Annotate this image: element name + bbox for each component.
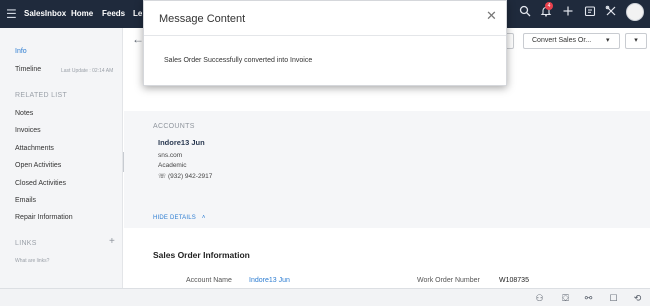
work-order-label: Work Order Number (417, 277, 480, 284)
message-modal: Message Content ✕ Sales Order Successful… (143, 0, 507, 86)
sidebar-item-info[interactable]: Info (15, 48, 27, 55)
timeline-last-update: Last Update : 02:14 AM (61, 68, 114, 74)
history-icon[interactable]: ⟲ (631, 292, 644, 304)
phone-icon: ☏ (158, 173, 167, 180)
nav-home[interactable]: Home (71, 9, 93, 18)
brand-link[interactable]: SalesInbox (24, 9, 66, 18)
more-options-button[interactable]: ▾ (625, 33, 647, 49)
section-title: Sales Order Information (153, 250, 250, 260)
calendar-icon[interactable] (582, 5, 598, 21)
account-industry: Academic (158, 162, 187, 169)
group-icon[interactable]: ⚯ (582, 292, 595, 304)
sidebar: Info Timeline Last Update : 02:14 AM REL… (0, 28, 123, 288)
bottom-toolbar: ⚇ ⛋ ⚯ ☐ ⟲ (0, 288, 650, 306)
hide-details-toggle[interactable]: HIDE DETAILS ˄ (153, 215, 206, 221)
modal-title: Message Content (159, 13, 246, 25)
menu-icon[interactable]: ☰ (6, 7, 17, 21)
sidebar-item-notes[interactable]: Notes (15, 110, 33, 117)
sidebar-item-attachments[interactable]: Attachments (15, 145, 54, 152)
avatar[interactable] (626, 3, 644, 21)
accounts-heading: ACCOUNTS (153, 123, 195, 130)
modal-header: Message Content ✕ (144, 1, 506, 36)
cart-icon[interactable]: ⛋ (559, 292, 572, 304)
plus-icon[interactable] (560, 5, 576, 21)
nav-feeds[interactable]: Feeds (102, 9, 125, 18)
convert-label: Convert Sales Or... (532, 37, 592, 44)
related-list-heading: RELATED LIST (15, 92, 68, 99)
chevron-down-icon: ▾ (606, 37, 610, 44)
account-phone-row: ☏ (932) 942-2917 (158, 172, 212, 180)
sidebar-item-timeline[interactable]: Timeline (15, 66, 41, 73)
sidebar-item-open-activities[interactable]: Open Activities (15, 162, 61, 169)
close-icon[interactable]: ✕ (486, 8, 497, 24)
gamepad-icon[interactable]: ⚇ (533, 292, 546, 304)
sidebar-item-invoices[interactable]: Invoices (15, 127, 41, 134)
add-link-icon[interactable]: + (109, 236, 115, 247)
chevron-down-icon: ▾ (634, 37, 638, 44)
chevron-up-icon: ˄ (201, 215, 206, 221)
account-website: sns.com (158, 152, 183, 159)
nav-leads[interactable]: Le (133, 9, 142, 18)
chat-icon[interactable]: ☐ (607, 292, 620, 304)
search-icon[interactable] (517, 5, 533, 21)
account-phone[interactable]: (932) 942-2917 (168, 173, 212, 180)
work-order-value: W108735 (499, 277, 529, 284)
convert-sales-order-button[interactable]: Convert Sales Or... ▾ (523, 33, 620, 49)
tools-icon[interactable] (603, 5, 619, 21)
accounts-panel: ACCOUNTS Indore13 Jun sns.com Academic ☏… (124, 111, 650, 228)
notification-badge: 4 (545, 2, 553, 10)
hide-details-label: HIDE DETAILS (153, 215, 196, 221)
modal-message: Sales Order Successfully converted into … (164, 57, 313, 64)
links-heading: LINKS (15, 240, 37, 247)
account-name-value[interactable]: Indore13 Jun (249, 277, 290, 284)
sidebar-item-emails[interactable]: Emails (15, 197, 36, 204)
what-are-links-link[interactable]: What are links? (15, 258, 49, 264)
account-name-label: Account Name (186, 277, 232, 284)
sidebar-item-repair-information[interactable]: Repair Information (15, 214, 73, 221)
account-name[interactable]: Indore13 Jun (158, 138, 205, 147)
sidebar-item-closed-activities[interactable]: Closed Activities (15, 180, 66, 187)
